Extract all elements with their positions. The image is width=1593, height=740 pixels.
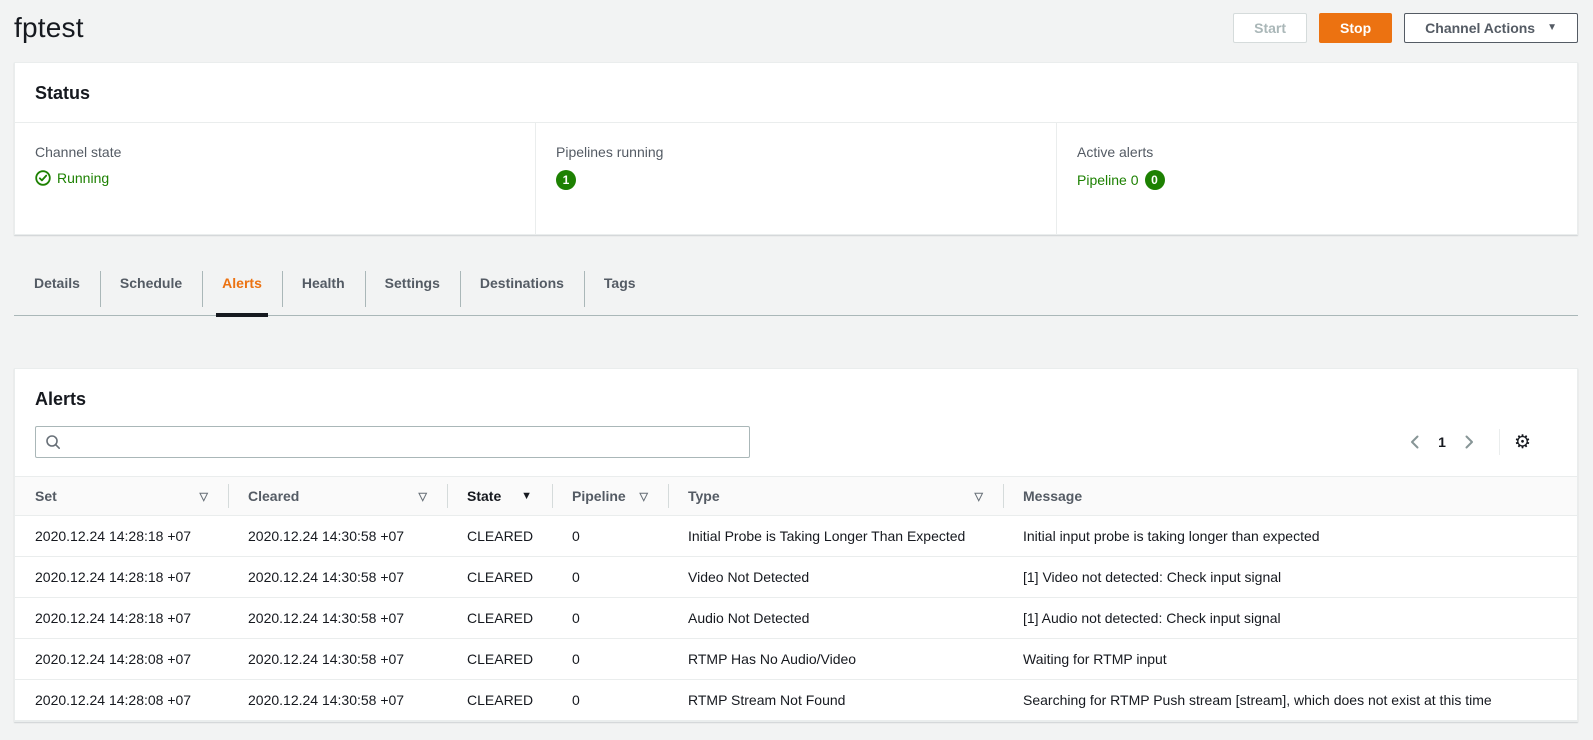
table-row[interactable]: 2020.12.24 14:28:18 +07 2020.12.24 14:30… xyxy=(15,598,1577,639)
cell-state: CLEARED xyxy=(447,516,552,557)
cell-set: 2020.12.24 14:28:18 +07 xyxy=(15,516,228,557)
cell-state: CLEARED xyxy=(447,639,552,680)
channel-tabs: Details Schedule Alerts Health Settings … xyxy=(14,271,1578,316)
status-title: Status xyxy=(35,83,1557,104)
alerts-panel-header: Alerts 1 xyxy=(15,369,1577,476)
cell-message: Initial input probe is taking longer tha… xyxy=(1003,516,1577,557)
cell-set: 2020.12.24 14:28:18 +07 xyxy=(15,557,228,598)
active-alerts-pipeline-label: Pipeline 0 xyxy=(1077,172,1139,188)
column-header-state[interactable]: State ▼ xyxy=(447,477,552,516)
channel-state-text: Running xyxy=(57,170,109,186)
tab-health[interactable]: Health xyxy=(282,271,365,315)
column-header-type[interactable]: Type ▽ xyxy=(668,477,1003,516)
search-icon xyxy=(45,434,61,450)
gear-icon[interactable]: ⚙ xyxy=(1514,433,1531,452)
cell-set: 2020.12.24 14:28:08 +07 xyxy=(15,680,228,721)
table-row[interactable]: 2020.12.24 14:28:18 +07 2020.12.24 14:30… xyxy=(15,516,1577,557)
caret-down-icon: ▼ xyxy=(1547,23,1557,33)
column-header-pipeline[interactable]: Pipeline ▽ xyxy=(552,477,668,516)
cell-cleared: 2020.12.24 14:30:58 +07 xyxy=(228,639,447,680)
pipelines-running-label: Pipelines running xyxy=(556,144,1036,160)
active-alerts-label: Active alerts xyxy=(1077,144,1557,160)
table-row[interactable]: 2020.12.24 14:28:08 +07 2020.12.24 14:30… xyxy=(15,680,1577,721)
toolbar-divider xyxy=(1499,429,1500,455)
chevron-left-icon xyxy=(1409,434,1420,450)
cell-pipeline: 0 xyxy=(552,680,668,721)
column-header-set[interactable]: Set ▽ xyxy=(15,477,228,516)
cell-message: [1] Video not detected: Check input sign… xyxy=(1003,557,1577,598)
column-header-message[interactable]: Message xyxy=(1003,477,1577,516)
cell-cleared: 2020.12.24 14:30:58 +07 xyxy=(228,557,447,598)
status-body: Channel state Running Pipelines running … xyxy=(15,123,1577,234)
channel-state-label: Channel state xyxy=(35,144,515,160)
cell-state: CLEARED xyxy=(447,598,552,639)
page-title: fptest xyxy=(14,12,84,44)
pipelines-running-section: Pipelines running 1 xyxy=(535,123,1056,234)
chevron-right-icon xyxy=(1464,434,1475,450)
cell-cleared: 2020.12.24 14:30:58 +07 xyxy=(228,516,447,557)
status-panel: Status Channel state Running Pipelines r… xyxy=(14,62,1578,235)
cell-pipeline: 0 xyxy=(552,598,668,639)
pagination-next-button[interactable] xyxy=(1454,434,1485,450)
pipelines-running-badge: 1 xyxy=(556,170,576,190)
channel-state-section: Channel state Running xyxy=(15,123,535,234)
cell-type: Audio Not Detected xyxy=(668,598,1003,639)
alerts-table: Set ▽ Cleared ▽ State ▼ xyxy=(15,476,1577,721)
alerts-toolbar: 1 ⚙ xyxy=(35,426,1557,476)
cell-message: Waiting for RTMP input xyxy=(1003,639,1577,680)
table-row[interactable]: 2020.12.24 14:28:18 +07 2020.12.24 14:30… xyxy=(15,557,1577,598)
pagination-current-page[interactable]: 1 xyxy=(1430,434,1454,450)
cell-type: RTMP Has No Audio/Video xyxy=(668,639,1003,680)
alerts-panel: Alerts 1 xyxy=(14,368,1578,722)
table-row[interactable]: 2020.12.24 14:28:08 +07 2020.12.24 14:30… xyxy=(15,639,1577,680)
sort-descending-icon[interactable]: ▼ xyxy=(521,490,532,502)
cell-state: CLEARED xyxy=(447,680,552,721)
channel-state-value: Running xyxy=(35,170,515,186)
cell-message: Searching for RTMP Push stream [stream],… xyxy=(1003,680,1577,721)
tab-schedule[interactable]: Schedule xyxy=(100,271,202,315)
cell-pipeline: 0 xyxy=(552,516,668,557)
cell-set: 2020.12.24 14:28:18 +07 xyxy=(15,598,228,639)
cell-pipeline: 0 xyxy=(552,639,668,680)
cell-type: Initial Probe is Taking Longer Than Expe… xyxy=(668,516,1003,557)
stop-button[interactable]: Stop xyxy=(1319,13,1392,43)
cell-state: CLEARED xyxy=(447,557,552,598)
channel-actions-button[interactable]: Channel Actions ▼ xyxy=(1404,13,1578,43)
filter-icon[interactable]: ▽ xyxy=(975,490,983,503)
page-header: fptest Start Stop Channel Actions ▼ xyxy=(14,0,1578,48)
tab-details[interactable]: Details xyxy=(14,271,100,315)
cell-type: RTMP Stream Not Found xyxy=(668,680,1003,721)
cell-cleared: 2020.12.24 14:30:58 +07 xyxy=(228,680,447,721)
active-alerts-section: Active alerts Pipeline 0 0 xyxy=(1056,123,1577,234)
alerts-table-header-row: Set ▽ Cleared ▽ State ▼ xyxy=(15,477,1577,516)
filter-icon[interactable]: ▽ xyxy=(419,490,427,503)
cell-set: 2020.12.24 14:28:08 +07 xyxy=(15,639,228,680)
alerts-search-input[interactable] xyxy=(68,433,745,451)
cell-cleared: 2020.12.24 14:30:58 +07 xyxy=(228,598,447,639)
alerts-pagination-tools: 1 ⚙ xyxy=(1399,429,1557,455)
cell-type: Video Not Detected xyxy=(668,557,1003,598)
alerts-title: Alerts xyxy=(35,389,1557,410)
active-alerts-badge: 0 xyxy=(1145,170,1165,190)
start-button[interactable]: Start xyxy=(1233,13,1307,43)
cell-pipeline: 0 xyxy=(552,557,668,598)
channel-actions-label: Channel Actions xyxy=(1425,14,1535,42)
tab-destinations[interactable]: Destinations xyxy=(460,271,584,315)
channel-detail-page: fptest Start Stop Channel Actions ▼ Stat… xyxy=(0,0,1593,722)
filter-icon[interactable]: ▽ xyxy=(640,490,648,503)
status-panel-header: Status xyxy=(15,63,1577,123)
tab-alerts[interactable]: Alerts xyxy=(202,271,282,315)
tab-settings[interactable]: Settings xyxy=(365,271,460,315)
header-actions: Start Stop Channel Actions ▼ xyxy=(1233,13,1578,43)
cell-message: [1] Audio not detected: Check input sign… xyxy=(1003,598,1577,639)
filter-icon[interactable]: ▽ xyxy=(200,490,208,503)
active-alerts-value: Pipeline 0 0 xyxy=(1077,170,1557,190)
pagination-prev-button[interactable] xyxy=(1399,434,1430,450)
check-circle-icon xyxy=(35,170,51,186)
alerts-search-box[interactable] xyxy=(35,426,750,458)
tab-tags[interactable]: Tags xyxy=(584,271,656,315)
column-header-cleared[interactable]: Cleared ▽ xyxy=(228,477,447,516)
